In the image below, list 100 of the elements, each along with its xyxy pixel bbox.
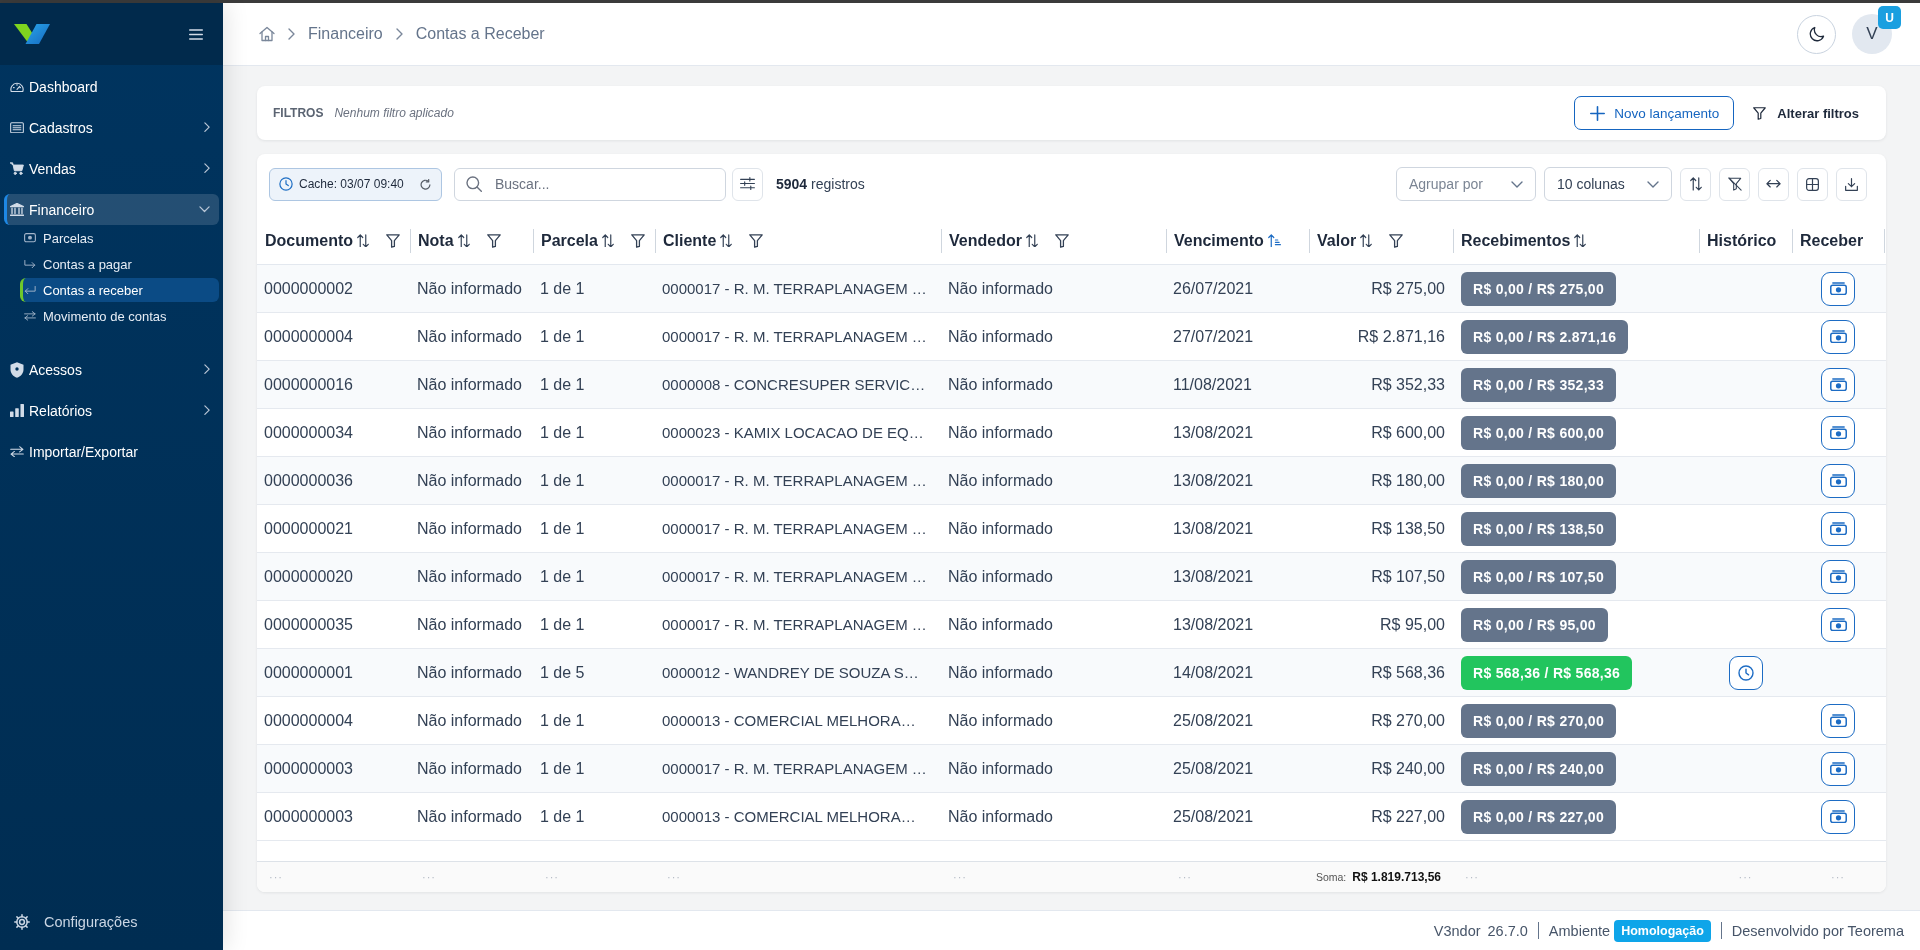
app-version: 26.7.0 bbox=[1487, 922, 1528, 939]
chevron-down-icon bbox=[1647, 180, 1659, 188]
column-header[interactable]: Recebimentos bbox=[1461, 231, 1571, 250]
cash-icon bbox=[1829, 761, 1847, 776]
receive-button[interactable] bbox=[1821, 415, 1855, 450]
new-entry-button[interactable]: Novo lançamento bbox=[1574, 96, 1735, 130]
table-cell-text: R$ 240,00 bbox=[1370, 758, 1446, 779]
sidebar-subitem[interactable]: Parcelas bbox=[20, 226, 219, 250]
sidebar-item[interactable]: Financeiro bbox=[4, 194, 219, 225]
table-cell-text: 13/08/2021 bbox=[1172, 422, 1255, 443]
sort-icon[interactable] bbox=[720, 233, 733, 248]
search-field[interactable]: Buscar... bbox=[454, 167, 726, 201]
sidebar-item[interactable]: Relatórios bbox=[4, 395, 219, 426]
filter-title: FILTROS bbox=[273, 106, 324, 120]
sort-icon[interactable] bbox=[1574, 233, 1587, 248]
sidebar-subitem[interactable]: Movimento de contas bbox=[20, 304, 219, 328]
receive-button[interactable] bbox=[1821, 511, 1855, 546]
column-header[interactable]: Valor bbox=[1317, 231, 1357, 250]
table-cell-text: Não informado bbox=[947, 758, 1054, 779]
breadcrumb-link[interactable]: Financeiro bbox=[308, 25, 383, 43]
settings-item[interactable]: Configurações bbox=[14, 910, 138, 934]
receive-button[interactable] bbox=[1821, 559, 1855, 594]
column-header[interactable]: Parcela bbox=[541, 231, 598, 250]
receive-button[interactable] bbox=[1821, 367, 1855, 402]
sidebar-item[interactable]: Importar/Exportar bbox=[4, 436, 219, 467]
grid-button[interactable] bbox=[1797, 167, 1828, 201]
table-cell-text: Não informado bbox=[416, 566, 523, 587]
receive-button[interactable] bbox=[1821, 319, 1855, 354]
theme-toggle-button[interactable] bbox=[1797, 14, 1836, 54]
table-cell-text: R$ 352,33 bbox=[1370, 374, 1446, 395]
table-cell-text: 25/08/2021 bbox=[1172, 710, 1255, 731]
moon-icon bbox=[1808, 26, 1825, 42]
filter-icon[interactable] bbox=[486, 233, 501, 248]
column-header[interactable]: Documento bbox=[265, 231, 353, 250]
filter-icon[interactable] bbox=[386, 233, 400, 248]
receive-button[interactable] bbox=[1821, 271, 1855, 306]
sort-icon[interactable] bbox=[601, 233, 614, 248]
home-link[interactable] bbox=[259, 26, 275, 42]
table-cell-text: 0000008 - CONCRESUPER SERVIC… bbox=[661, 375, 927, 395]
ellipsis-text: ··· bbox=[1465, 871, 1479, 883]
clock-icon bbox=[1737, 664, 1754, 681]
filter-settings-button[interactable] bbox=[732, 167, 763, 201]
download-button[interactable] bbox=[1836, 167, 1867, 201]
sort-icon[interactable] bbox=[357, 233, 369, 248]
payment-status-badge: R$ 0,00 / R$ 2.871,16 bbox=[1461, 319, 1629, 354]
receive-button[interactable] bbox=[1821, 607, 1855, 642]
group-by-select[interactable]: Agrupar por bbox=[1396, 167, 1536, 201]
table-cell-text: 0000017 - R. M. TERRAPLANAGEM … bbox=[661, 327, 928, 347]
payment-status-badge: R$ 0,00 / R$ 270,00 bbox=[1461, 703, 1616, 738]
sliders-icon bbox=[740, 177, 755, 191]
sidebar-item[interactable]: Vendas bbox=[4, 153, 219, 184]
receive-button[interactable] bbox=[1821, 703, 1855, 738]
sum-label: Soma: bbox=[1315, 871, 1347, 883]
columns-select[interactable]: 10 colunas bbox=[1544, 167, 1672, 201]
filter-button[interactable]: Alterar filtros bbox=[1753, 98, 1859, 128]
sort-icon[interactable] bbox=[457, 233, 470, 248]
table-cell-text: 0000017 - R. M. TERRAPLANAGEM … bbox=[661, 567, 928, 587]
clear-filters-button[interactable] bbox=[1719, 167, 1750, 201]
sidebar-subitem[interactable]: Contas a pagar bbox=[20, 252, 219, 276]
receive-button[interactable] bbox=[1821, 463, 1855, 498]
sort-icon[interactable] bbox=[1025, 233, 1038, 248]
receive-button[interactable] bbox=[1821, 751, 1855, 786]
filter-icon[interactable] bbox=[1389, 233, 1404, 248]
history-button[interactable] bbox=[1728, 655, 1763, 690]
receive-button[interactable] bbox=[1821, 799, 1855, 834]
ellipsis-text: ··· bbox=[953, 871, 967, 883]
filter-icon[interactable] bbox=[749, 233, 764, 248]
payment-status-badge: R$ 0,00 / R$ 352,33 bbox=[1461, 367, 1616, 402]
sort-button[interactable] bbox=[1680, 167, 1711, 201]
environment-badge: Homologação bbox=[1614, 919, 1711, 942]
column-header[interactable]: Vendedor bbox=[949, 231, 1022, 250]
sort-ascending-icon[interactable] bbox=[1267, 233, 1281, 248]
sort-icon[interactable] bbox=[1360, 233, 1373, 248]
filter-icon[interactable] bbox=[630, 233, 645, 248]
cash-icon bbox=[1829, 521, 1847, 536]
shield-icon bbox=[10, 361, 24, 378]
table-cell-text: Não informado bbox=[416, 806, 523, 827]
banknote-icon bbox=[24, 233, 36, 243]
column-header[interactable]: Vencimento bbox=[1174, 231, 1264, 250]
column-header[interactable]: Cliente bbox=[663, 231, 717, 250]
menu-button[interactable] bbox=[189, 28, 203, 40]
sidebar-item[interactable]: Acessos bbox=[4, 354, 219, 385]
table-cell-text: 1 de 1 bbox=[539, 710, 586, 731]
cache-button[interactable]: Cache: 03/07 09:40 bbox=[269, 167, 442, 201]
column-header[interactable]: Nota bbox=[418, 231, 454, 250]
table-cell-text: R$ 95,00 bbox=[1379, 614, 1446, 635]
sidebar-item[interactable]: Cadastros bbox=[4, 112, 219, 143]
filter-icon[interactable] bbox=[1054, 233, 1069, 248]
ellipsis-text: ··· bbox=[269, 871, 283, 883]
payment-status-badge: R$ 0,00 / R$ 95,00 bbox=[1461, 607, 1608, 642]
table-cell-text: 1 de 1 bbox=[539, 326, 586, 347]
sidebar-subitem[interactable]: Contas a receber bbox=[20, 278, 219, 302]
table-cell-text: Não informado bbox=[947, 710, 1054, 731]
table-cell-text: 0000000003 bbox=[263, 806, 354, 827]
sidebar-item[interactable]: Dashboard bbox=[4, 71, 219, 102]
swap-arrows-icon bbox=[24, 311, 36, 321]
table-cell-text: 14/08/2021 bbox=[1172, 662, 1255, 683]
table-cell-text: 0000013 - COMERCIAL MELHORA… bbox=[661, 807, 917, 827]
table-cell-text: 13/08/2021 bbox=[1172, 518, 1255, 539]
fit-width-button[interactable] bbox=[1758, 167, 1789, 201]
